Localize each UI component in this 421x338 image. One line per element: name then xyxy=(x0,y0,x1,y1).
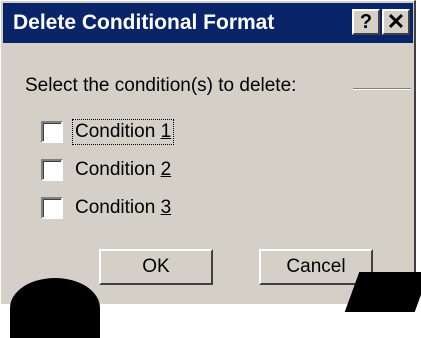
condition-3-label[interactable]: Condition 3 xyxy=(73,196,173,220)
condition-3-accelerator: 3 xyxy=(160,197,172,218)
condition-3-checkbox[interactable] xyxy=(41,197,63,219)
condition-2-text: Condition xyxy=(75,159,161,180)
ok-button[interactable]: OK xyxy=(99,249,213,285)
title-bar: Delete Conditional Format ? ✕ xyxy=(3,3,413,43)
dialog-title: Delete Conditional Format xyxy=(13,11,275,34)
watermark-shape-left xyxy=(10,278,100,338)
separator-line xyxy=(353,88,411,90)
condition-3-text: Condition xyxy=(75,197,161,218)
condition-2-checkbox[interactable] xyxy=(41,159,63,181)
delete-conditional-format-dialog: Delete Conditional Format ? ✕ Select the… xyxy=(0,0,416,304)
condition-1-text: Condition xyxy=(75,121,161,142)
close-button[interactable]: ✕ xyxy=(382,9,410,35)
help-button[interactable]: ? xyxy=(352,9,380,35)
condition-1-accelerator: 1 xyxy=(160,121,172,142)
prompt-label: Select the condition(s) to delete: xyxy=(25,75,297,96)
condition-1-label[interactable]: Condition 1 xyxy=(71,119,175,145)
condition-1-checkbox[interactable] xyxy=(41,121,63,143)
condition-2-label[interactable]: Condition 2 xyxy=(73,158,173,182)
watermark-shape-right xyxy=(344,272,421,312)
condition-2-accelerator: 2 xyxy=(160,159,172,180)
